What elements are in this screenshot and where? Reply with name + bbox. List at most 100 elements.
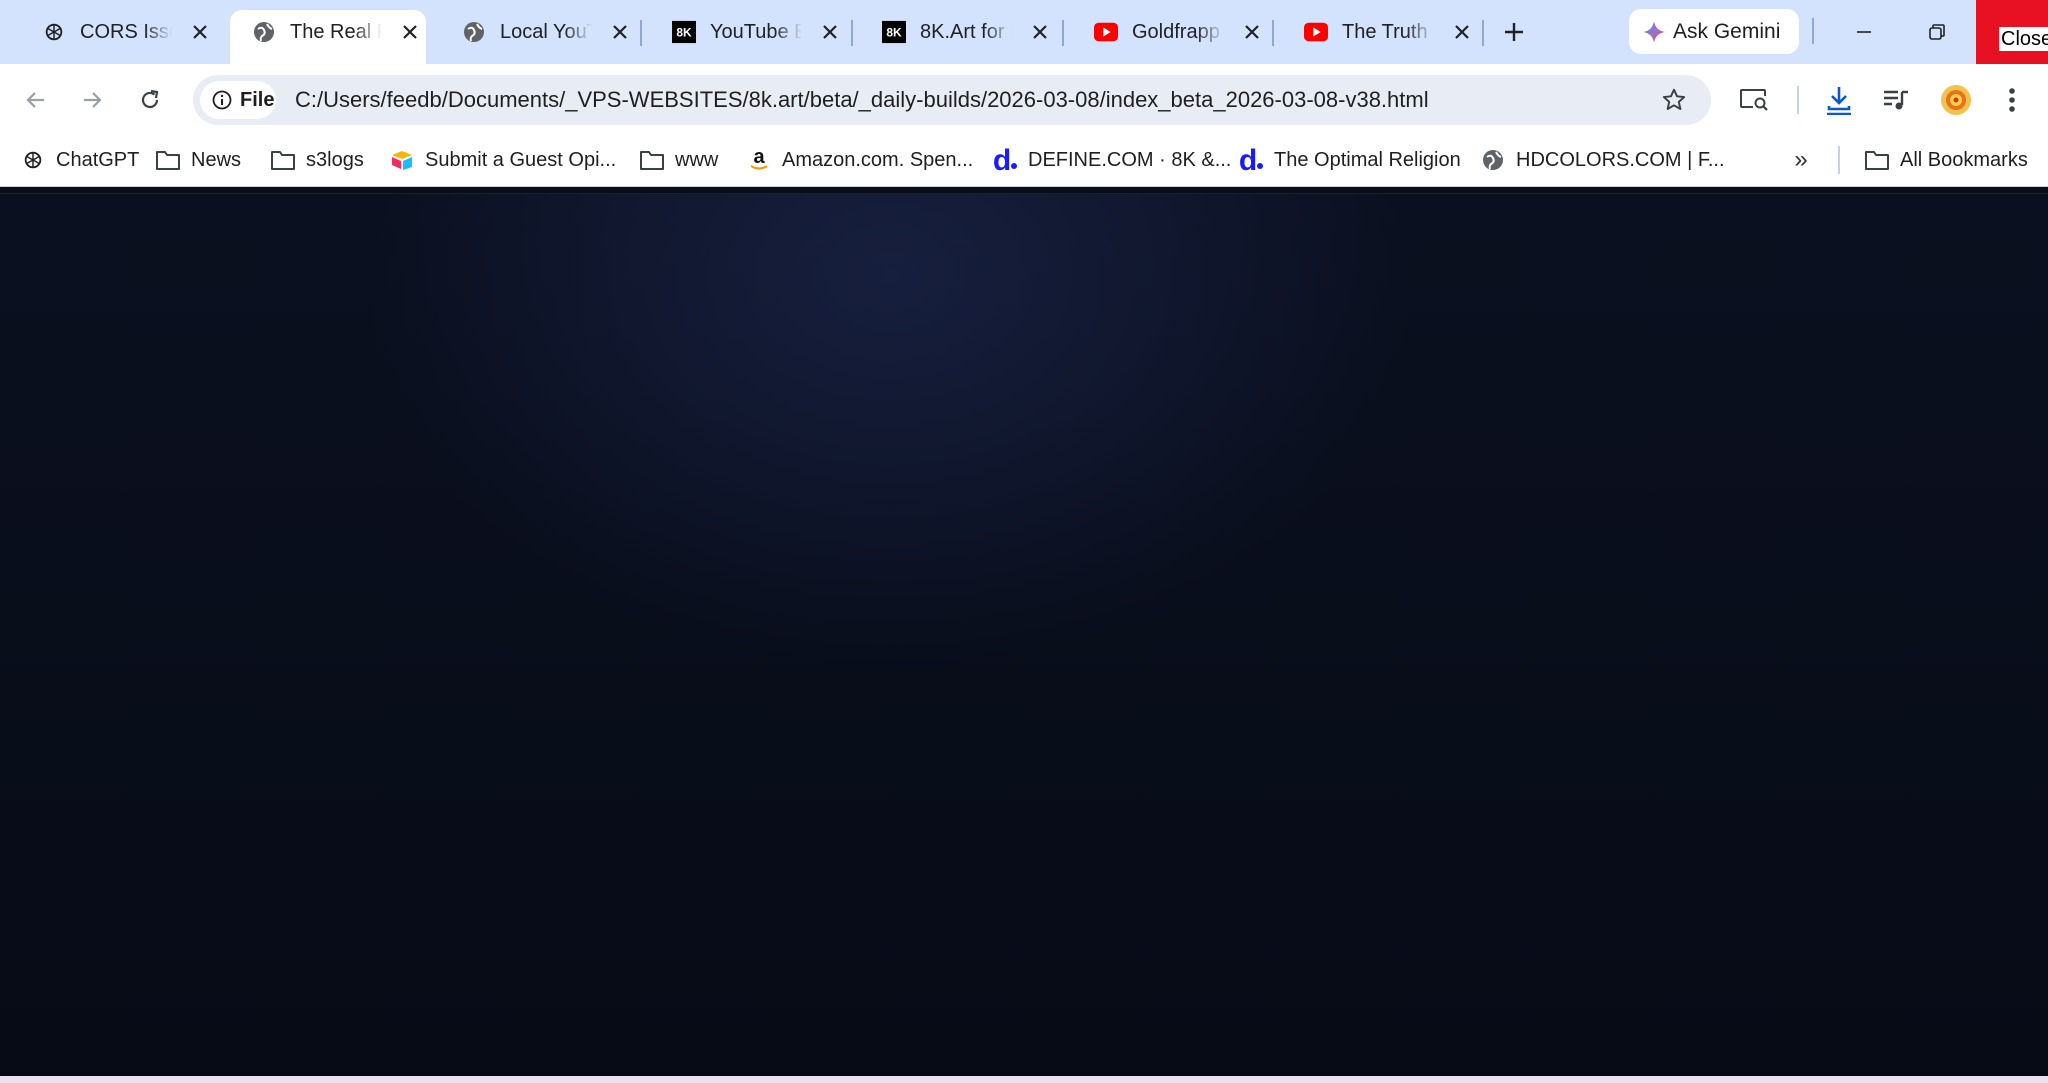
close-window-button[interactable]: Close xyxy=(1976,0,2048,64)
site-info-label: File xyxy=(240,88,275,111)
restore-icon xyxy=(1929,24,1945,40)
tab-title: The Truth V xyxy=(1342,20,1434,43)
svg-text:8K: 8K xyxy=(676,26,692,40)
bookmark-label: News xyxy=(191,148,242,171)
bookmark-optimal-religion[interactable]: d The Optimal Religion xyxy=(1238,146,1461,174)
site-info-button[interactable]: File xyxy=(200,81,276,119)
tab-local-youtube[interactable]: Local YouTu xyxy=(440,10,636,54)
close-tab-icon[interactable] xyxy=(1028,20,1052,44)
bookmark-label: HDCOLORS.COM | F... xyxy=(1516,148,1725,171)
bookmark-s3logs[interactable]: s3logs xyxy=(270,146,364,174)
tab-title: CORS Issue xyxy=(80,20,172,43)
close-window-label: Close xyxy=(1999,27,2048,51)
all-bookmarks-button[interactable]: All Bookmarks xyxy=(1864,146,2028,174)
define-icon: d xyxy=(992,146,1018,174)
tab-goldfrapp[interactable]: Goldfrapp xyxy=(1072,10,1268,54)
folder-icon xyxy=(1864,147,1890,173)
8k-icon: 8K xyxy=(882,20,906,44)
openai-icon xyxy=(42,20,66,44)
forward-button[interactable] xyxy=(72,80,112,120)
tab-title: Goldfrapp xyxy=(1132,20,1220,43)
bookmark-www[interactable]: www xyxy=(639,146,718,174)
minimize-button[interactable] xyxy=(1844,12,1884,52)
bookmark-hdcolors[interactable]: HDCOLORS.COM | F... xyxy=(1480,146,1725,174)
8k-icon: 8K xyxy=(672,20,696,44)
tab-separator xyxy=(1062,20,1064,46)
media-controls-button[interactable] xyxy=(1876,80,1916,120)
plus-icon xyxy=(1505,23,1523,41)
bookmark-chatgpt[interactable]: ChatGPT xyxy=(20,146,139,174)
close-tab-icon[interactable] xyxy=(1450,20,1474,44)
tab-title: 8K.Art for N xyxy=(920,20,1012,43)
close-tab-icon[interactable] xyxy=(1240,20,1264,44)
separator xyxy=(1812,18,1814,44)
all-bookmarks-label: All Bookmarks xyxy=(1900,148,2028,171)
back-button[interactable] xyxy=(16,80,56,120)
airtable-icon xyxy=(389,147,415,173)
tab-the-real-fr[interactable]: The Real FR xyxy=(230,10,426,64)
youtube-icon xyxy=(1304,20,1328,44)
star-icon xyxy=(1662,88,1686,110)
svg-text:8K: 8K xyxy=(886,26,902,40)
toolbar: File C:/Users/feedb/Documents/_VPS-WEBSI… xyxy=(0,64,2048,134)
music-queue-icon xyxy=(1884,90,1908,110)
lens-search-button[interactable] xyxy=(1734,80,1774,120)
restore-button[interactable] xyxy=(1917,12,1957,52)
page-content xyxy=(0,193,2048,1076)
reload-icon xyxy=(141,89,159,109)
close-tab-icon[interactable] xyxy=(398,20,422,44)
close-tab-icon[interactable] xyxy=(818,20,842,44)
bookmark-label: ChatGPT xyxy=(56,148,140,171)
bookmarks-separator xyxy=(1838,146,1840,174)
tab-separator xyxy=(1272,20,1274,46)
youtube-icon xyxy=(1094,20,1118,44)
bookmark-label: The Optimal Religion xyxy=(1274,148,1461,171)
back-arrow-icon xyxy=(26,92,44,108)
folder-icon xyxy=(155,147,181,173)
info-icon xyxy=(212,90,232,110)
bookmark-define[interactable]: d DEFINE.COM · 8K &... xyxy=(992,146,1232,174)
globe-icon xyxy=(252,20,276,44)
screen-search-icon xyxy=(1740,89,1768,111)
address-bar[interactable]: File C:/Users/feedb/Documents/_VPS-WEBSI… xyxy=(193,75,1711,125)
bookmark-submit-guest[interactable]: Submit a Guest Opi... xyxy=(389,146,616,174)
bookmark-amazon[interactable]: a Amazon.com. Spen... xyxy=(746,146,973,174)
download-icon xyxy=(1827,87,1851,115)
new-tab-button[interactable] xyxy=(1496,14,1532,50)
tab-youtube-en[interactable]: 8K YouTube En xyxy=(650,10,846,54)
bookmark-label: s3logs xyxy=(306,148,364,171)
tab-8k-art[interactable]: 8K 8K.Art for N xyxy=(860,10,1056,54)
toolbar-separator xyxy=(1797,86,1799,114)
ask-gemini-label: Ask Gemini xyxy=(1673,19,1781,43)
more-bookmarks-button[interactable]: » xyxy=(1786,146,1816,174)
tab-title: YouTube En xyxy=(710,20,802,43)
tab-cors-issue[interactable]: CORS Issue xyxy=(20,10,216,54)
svg-text:d: d xyxy=(1239,146,1257,174)
svg-text:a: a xyxy=(753,148,765,168)
forward-arrow-icon xyxy=(84,92,102,108)
tab-separator xyxy=(851,20,853,46)
tab-title: Local YouTu xyxy=(500,20,592,43)
bookmark-label: Amazon.com. Spen... xyxy=(782,148,974,171)
profile-avatar-button[interactable] xyxy=(1936,80,1976,120)
bookmark-news[interactable]: News xyxy=(155,146,241,174)
url-text[interactable]: C:/Users/feedb/Documents/_VPS-WEBSITES/8… xyxy=(295,87,1429,113)
svg-text:d: d xyxy=(993,146,1011,174)
amazon-icon: a xyxy=(746,147,772,173)
downloads-button[interactable] xyxy=(1819,80,1859,120)
define-icon: d xyxy=(1238,146,1264,174)
bookmarks-bar: ChatGPT News s3logs Submit a Guest Opi..… xyxy=(0,134,2048,187)
close-tab-icon[interactable] xyxy=(188,20,212,44)
minimize-icon xyxy=(1857,31,1871,33)
bookmark-star-button[interactable] xyxy=(1655,81,1693,119)
folder-icon xyxy=(270,147,296,173)
globe-icon xyxy=(462,20,486,44)
gemini-sparkle-icon xyxy=(1643,20,1665,43)
globe-icon xyxy=(1480,147,1506,173)
ask-gemini-button[interactable]: Ask Gemini xyxy=(1629,9,1799,54)
close-tab-icon[interactable] xyxy=(608,20,632,44)
browser-menu-button[interactable] xyxy=(1992,80,2032,120)
tab-the-truth[interactable]: The Truth V xyxy=(1282,10,1478,54)
avatar xyxy=(1941,85,1971,115)
reload-button[interactable] xyxy=(130,80,170,120)
